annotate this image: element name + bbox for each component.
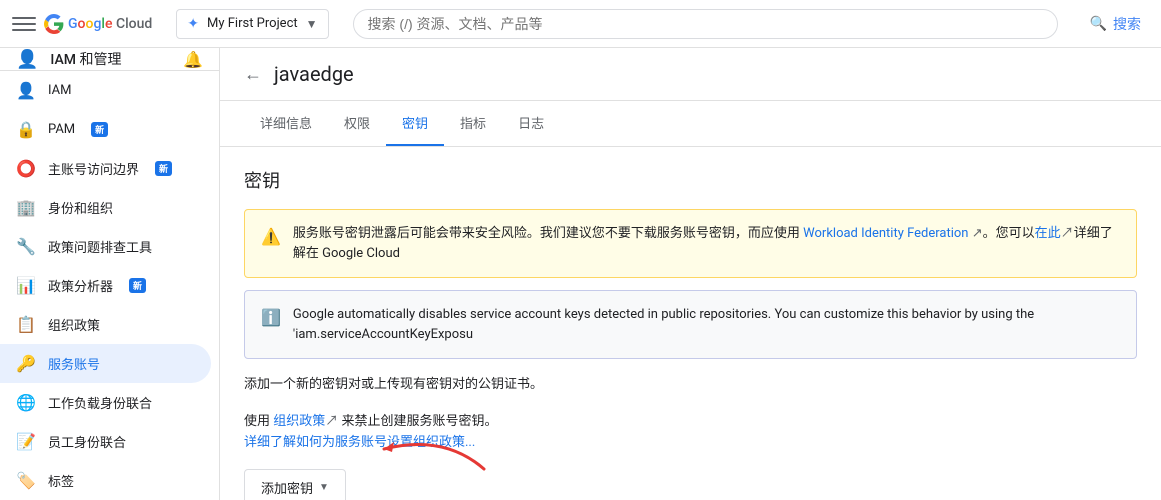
sidebar-item-org-policy[interactable]: 📋 组织政策 (0, 305, 219, 344)
sidebar-item-tags[interactable]: 🏷️ 标签 (0, 461, 219, 500)
page-title: javaedge (274, 62, 354, 86)
iam-icon: 👤 (16, 81, 36, 100)
iam-header-icon: 👤 (16, 49, 38, 70)
search-icon: 🔍 (1090, 15, 1107, 32)
warning-alert: ⚠️ 服务账号密钥泄露后可能会带来安全风险。我们建议您不要下载服务账号密钥，而应… (244, 209, 1137, 278)
warning-text: 服务账号密钥泄露后可能会带来安全风险。我们建议您不要下载服务账号密钥，而应使用 … (293, 224, 1120, 263)
sidebar-item-access-boundary[interactable]: ⭕ 主账号访问边界 新 (0, 149, 219, 188)
tab-keys[interactable]: 密钥 (386, 101, 444, 146)
project-selector[interactable]: ✦ My First Project ▼ (176, 9, 328, 39)
tab-bar: 详细信息 权限 密钥 指标 日志 (220, 101, 1161, 147)
google-cloud-logo: Google Cloud (44, 14, 152, 34)
content-body: 密钥 ⚠️ 服务账号密钥泄露后可能会带来安全风险。我们建议您不要下载服务账号密钥… (220, 147, 1161, 500)
project-star-icon: ✦ (187, 16, 199, 32)
sidebar-item-policy-analyzer[interactable]: 📊 政策分析器 新 (0, 266, 219, 305)
pam-icon: 🔒 (16, 120, 36, 139)
tab-details[interactable]: 详细信息 (244, 101, 328, 146)
google-cloud-text: Google Cloud (68, 16, 152, 32)
org-policy-icon: 📋 (16, 315, 36, 334)
sidebar-header: 👤 IAM 和管理 🔔 (0, 48, 219, 71)
sidebar-item-pam[interactable]: 🔒 PAM 新 (0, 110, 219, 149)
add-key-dropdown-caret: ▼ (319, 482, 329, 493)
workforce-identity-icon: 📝 (16, 432, 36, 451)
identity-org-icon: 🏢 (16, 198, 36, 217)
content-header: ← javaedge (220, 48, 1161, 101)
content-area: ← javaedge 详细信息 权限 密钥 指标 日志 密钥 ⚠️ 服务账号密钥… (220, 48, 1161, 500)
info-alert: ℹ️ Google automatically disables service… (244, 290, 1137, 359)
add-key-container: 添加密钥 ▼ (244, 469, 346, 500)
learn-more-link[interactable]: 在此 (1035, 226, 1061, 241)
tab-metrics[interactable]: 指标 (444, 101, 502, 146)
access-boundary-badge: 新 (155, 161, 172, 176)
sidebar-item-workload-identity[interactable]: 🌐 工作负载身份联合 (0, 383, 219, 422)
section-title: 密钥 (244, 167, 1137, 193)
sidebar-item-policy-troubleshoot[interactable]: 🔧 政策问题排查工具 (0, 227, 219, 266)
add-key-button[interactable]: 添加密钥 ▼ (244, 469, 346, 500)
hamburger-menu-icon[interactable] (12, 12, 36, 36)
policy-links: 使用 组织政策↗ 来禁止创建服务账号密钥。 详细了解如何为服务账号设置组织政策.… (244, 412, 1137, 454)
workload-identity-link[interactable]: Workload Identity Federation (803, 226, 968, 241)
project-name-label: My First Project (207, 16, 298, 31)
tags-icon: 🏷️ (16, 471, 36, 490)
policy-troubleshoot-icon: 🔧 (16, 237, 36, 256)
search-bar[interactable] (353, 9, 1058, 39)
org-policy-link[interactable]: 组织政策 (273, 414, 325, 429)
access-boundary-icon: ⭕ (16, 159, 36, 178)
learn-more-org-policy-link[interactable]: 详细了解如何为服务账号设置组织政策... (244, 435, 475, 450)
tab-logs[interactable]: 日志 (502, 101, 560, 146)
sidebar-item-workforce-identity[interactable]: 📝 员工身份联合 (0, 422, 219, 461)
sidebar-item-service-accounts[interactable]: 🔑 服务账号 (0, 344, 211, 383)
search-button[interactable]: 🔍 搜索 (1082, 10, 1149, 38)
tab-permissions[interactable]: 权限 (328, 101, 386, 146)
sidebar-title: IAM 和管理 (50, 49, 121, 69)
search-input[interactable] (368, 16, 1043, 32)
info-text-1: 添加一个新的密钥对或上传现有密钥对的公钥证书。 (244, 375, 1137, 396)
topbar: Google Cloud ✦ My First Project ▼ 🔍 搜索 (0, 0, 1161, 48)
policy-analyzer-icon: 📊 (16, 276, 36, 295)
pam-badge: 新 (91, 122, 108, 137)
workload-identity-icon: 🌐 (16, 393, 36, 412)
cloud-logo-svg (44, 14, 64, 34)
sidebar: 👤 IAM 和管理 🔔 👤 IAM 🔒 PAM 新 ⭕ 主账号访问边界 新 🏢 … (0, 48, 220, 500)
warning-triangle-icon: ⚠️ (261, 225, 281, 249)
info-circle-icon: ℹ️ (261, 306, 281, 330)
back-arrow-icon[interactable]: ← (244, 64, 262, 85)
policy-analyzer-badge: 新 (129, 278, 146, 293)
sidebar-item-iam[interactable]: 👤 IAM (0, 71, 219, 110)
service-accounts-icon: 🔑 (16, 354, 36, 373)
notification-bell-icon[interactable]: 🔔 (183, 50, 203, 69)
info-alert-text: Google automatically disables service ac… (293, 305, 1120, 344)
sidebar-item-identity-org[interactable]: 🏢 身份和组织 (0, 188, 219, 227)
main-layout: 👤 IAM 和管理 🔔 👤 IAM 🔒 PAM 新 ⭕ 主账号访问边界 新 🏢 … (0, 48, 1161, 500)
project-dropdown-arrow: ▼ (306, 17, 318, 31)
